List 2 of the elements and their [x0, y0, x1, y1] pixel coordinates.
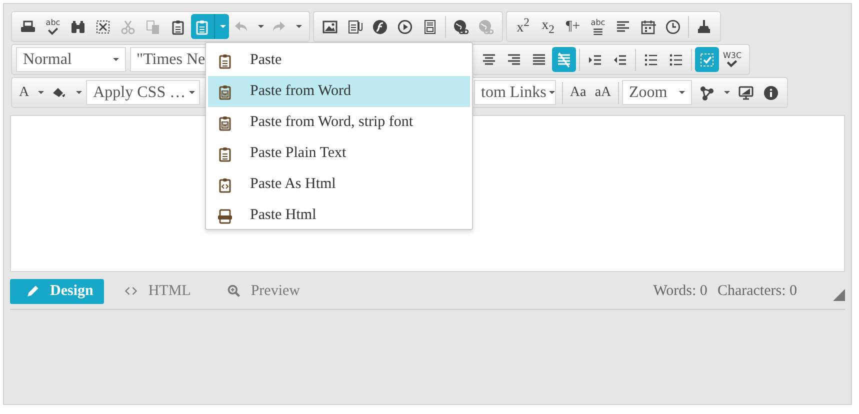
- counter-text: Words: 0: [653, 282, 708, 300]
- counter-text: Characters: 0: [717, 282, 797, 300]
